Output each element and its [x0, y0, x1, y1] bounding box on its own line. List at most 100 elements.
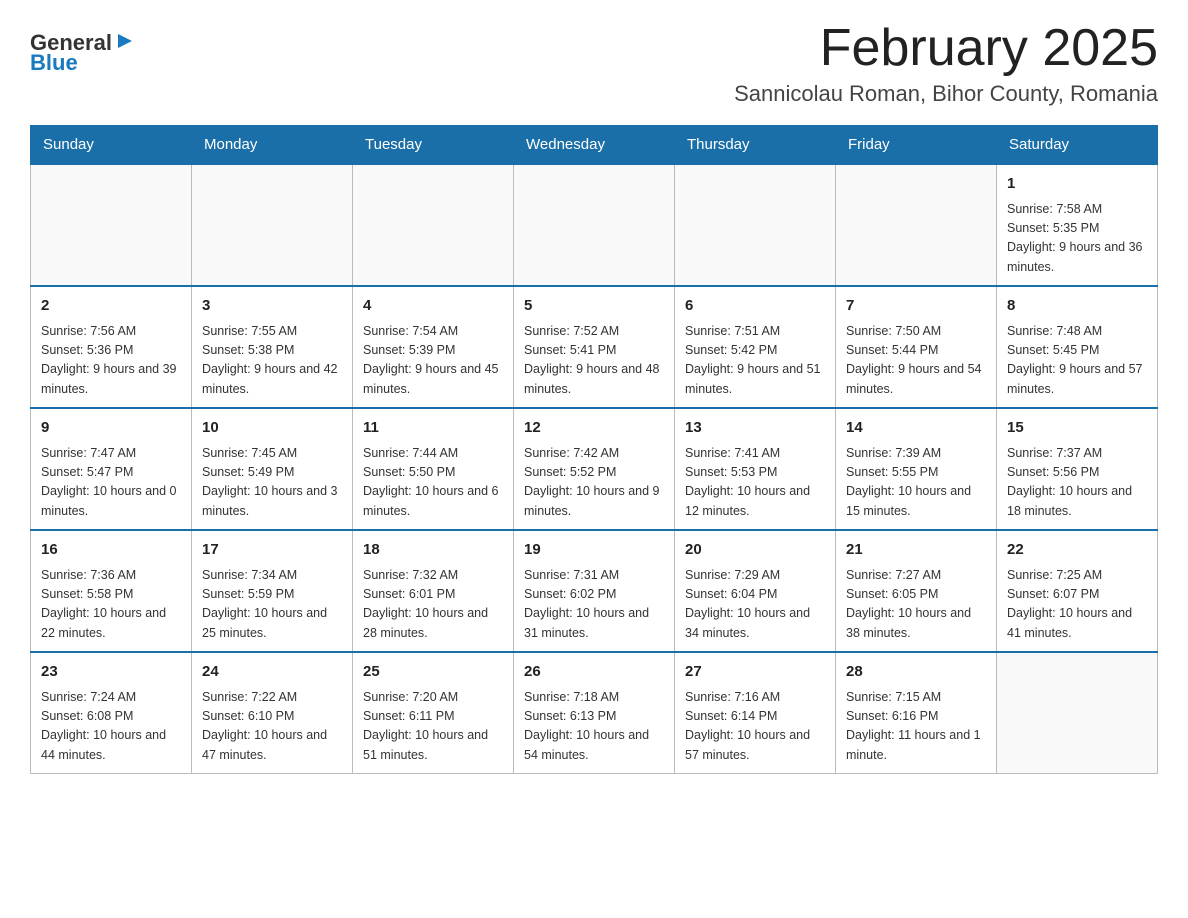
day-info: Sunrise: 7:20 AMSunset: 6:11 PMDaylight:… [363, 688, 503, 766]
calendar-day-cell: 5 Sunrise: 7:52 AMSunset: 5:41 PMDaylight… [514, 286, 675, 408]
calendar-day-cell [353, 164, 514, 286]
day-number: 14 [846, 417, 986, 440]
day-number: 13 [685, 417, 825, 440]
day-info: Sunrise: 7:55 AMSunset: 5:38 PMDaylight:… [202, 322, 342, 400]
day-number: 24 [202, 661, 342, 684]
day-number: 8 [1007, 295, 1147, 318]
day-info: Sunrise: 7:32 AMSunset: 6:01 PMDaylight:… [363, 566, 503, 644]
day-number: 22 [1007, 539, 1147, 562]
day-number: 18 [363, 539, 503, 562]
day-info: Sunrise: 7:29 AMSunset: 6:04 PMDaylight:… [685, 566, 825, 644]
day-number: 25 [363, 661, 503, 684]
day-number: 4 [363, 295, 503, 318]
calendar-day-cell [192, 164, 353, 286]
day-info: Sunrise: 7:15 AMSunset: 6:16 PMDaylight:… [846, 688, 986, 766]
calendar-day-cell: 18 Sunrise: 7:32 AMSunset: 6:01 PMDayligh… [353, 530, 514, 652]
logo-arrow-icon [114, 30, 136, 52]
day-info: Sunrise: 7:31 AMSunset: 6:02 PMDaylight:… [524, 566, 664, 644]
day-number: 20 [685, 539, 825, 562]
day-info: Sunrise: 7:34 AMSunset: 5:59 PMDaylight:… [202, 566, 342, 644]
day-number: 9 [41, 417, 181, 440]
day-info: Sunrise: 7:54 AMSunset: 5:39 PMDaylight:… [363, 322, 503, 400]
day-number: 21 [846, 539, 986, 562]
calendar-day-cell: 2 Sunrise: 7:56 AMSunset: 5:36 PMDaylight… [31, 286, 192, 408]
calendar-week-row: 16 Sunrise: 7:36 AMSunset: 5:58 PMDayligh… [31, 530, 1158, 652]
calendar-day-cell: 20 Sunrise: 7:29 AMSunset: 6:04 PMDayligh… [675, 530, 836, 652]
calendar-day-cell [31, 164, 192, 286]
day-number: 19 [524, 539, 664, 562]
day-number: 27 [685, 661, 825, 684]
page-header: General Blue February 2025 Sannicolau Ro… [30, 20, 1158, 107]
day-number: 17 [202, 539, 342, 562]
calendar-day-cell: 21 Sunrise: 7:27 AMSunset: 6:05 PMDayligh… [836, 530, 997, 652]
calendar-day-header: Tuesday [353, 126, 514, 165]
calendar-day-cell: 4 Sunrise: 7:54 AMSunset: 5:39 PMDaylight… [353, 286, 514, 408]
calendar-day-cell: 22 Sunrise: 7:25 AMSunset: 6:07 PMDayligh… [997, 530, 1158, 652]
calendar-title: February 2025 [734, 20, 1158, 77]
day-info: Sunrise: 7:58 AMSunset: 5:35 PMDaylight:… [1007, 200, 1147, 278]
calendar-day-header: Sunday [31, 126, 192, 165]
calendar-day-header: Saturday [997, 126, 1158, 165]
calendar-day-cell: 9Sunrise: 7:47 AMSunset: 5:47 PMDaylight… [31, 408, 192, 530]
calendar-day-cell: 19 Sunrise: 7:31 AMSunset: 6:02 PMDayligh… [514, 530, 675, 652]
day-number: 28 [846, 661, 986, 684]
calendar-day-cell: 15 Sunrise: 7:37 AMSunset: 5:56 PMDayligh… [997, 408, 1158, 530]
day-number: 7 [846, 295, 986, 318]
calendar-body: 1 Sunrise: 7:58 AMSunset: 5:35 PMDaylight… [31, 164, 1158, 774]
day-info: Sunrise: 7:16 AMSunset: 6:14 PMDaylight:… [685, 688, 825, 766]
day-number: 23 [41, 661, 181, 684]
day-info: Sunrise: 7:39 AMSunset: 5:55 PMDaylight:… [846, 444, 986, 522]
day-info: Sunrise: 7:22 AMSunset: 6:10 PMDaylight:… [202, 688, 342, 766]
day-info: Sunrise: 7:45 AMSunset: 5:49 PMDaylight:… [202, 444, 342, 522]
day-number: 11 [363, 417, 503, 440]
calendar-day-cell [514, 164, 675, 286]
day-number: 16 [41, 539, 181, 562]
calendar-day-header: Monday [192, 126, 353, 165]
day-info: Sunrise: 7:44 AMSunset: 5:50 PMDaylight:… [363, 444, 503, 522]
calendar-day-cell: 23 Sunrise: 7:24 AMSunset: 6:08 PMDayligh… [31, 652, 192, 774]
day-info: Sunrise: 7:56 AMSunset: 5:36 PMDaylight:… [41, 322, 181, 400]
calendar-subtitle: Sannicolau Roman, Bihor County, Romania [734, 81, 1158, 107]
day-number: 1 [1007, 173, 1147, 196]
calendar-day-header: Friday [836, 126, 997, 165]
day-info: Sunrise: 7:50 AMSunset: 5:44 PMDaylight:… [846, 322, 986, 400]
day-number: 15 [1007, 417, 1147, 440]
calendar-day-cell: 17 Sunrise: 7:34 AMSunset: 5:59 PMDayligh… [192, 530, 353, 652]
day-number: 3 [202, 295, 342, 318]
day-info: Sunrise: 7:37 AMSunset: 5:56 PMDaylight:… [1007, 444, 1147, 522]
calendar-day-cell [836, 164, 997, 286]
day-info: Sunrise: 7:24 AMSunset: 6:08 PMDaylight:… [41, 688, 181, 766]
calendar-header-row: SundayMondayTuesdayWednesdayThursdayFrid… [31, 126, 1158, 165]
calendar-day-cell: 13Sunrise: 7:41 AMSunset: 5:53 PMDayligh… [675, 408, 836, 530]
day-info: Sunrise: 7:52 AMSunset: 5:41 PMDaylight:… [524, 322, 664, 400]
calendar-day-header: Thursday [675, 126, 836, 165]
calendar-day-cell: 16 Sunrise: 7:36 AMSunset: 5:58 PMDayligh… [31, 530, 192, 652]
day-number: 5 [524, 295, 664, 318]
day-info: Sunrise: 7:25 AMSunset: 6:07 PMDaylight:… [1007, 566, 1147, 644]
day-number: 2 [41, 295, 181, 318]
calendar-day-cell: 1 Sunrise: 7:58 AMSunset: 5:35 PMDaylight… [997, 164, 1158, 286]
calendar-day-cell: 6Sunrise: 7:51 AMSunset: 5:42 PMDaylight… [675, 286, 836, 408]
calendar-day-cell [675, 164, 836, 286]
calendar-day-cell: 14 Sunrise: 7:39 AMSunset: 5:55 PMDayligh… [836, 408, 997, 530]
logo: General Blue [30, 30, 136, 76]
calendar-day-cell: 10 Sunrise: 7:45 AMSunset: 5:49 PMDayligh… [192, 408, 353, 530]
calendar-day-cell: 27 Sunrise: 7:16 AMSunset: 6:14 PMDayligh… [675, 652, 836, 774]
calendar-day-cell: 12 Sunrise: 7:42 AMSunset: 5:52 PMDayligh… [514, 408, 675, 530]
calendar-day-cell: 7 Sunrise: 7:50 AMSunset: 5:44 PMDaylight… [836, 286, 997, 408]
day-number: 12 [524, 417, 664, 440]
calendar-day-cell: 11 Sunrise: 7:44 AMSunset: 5:50 PMDayligh… [353, 408, 514, 530]
logo-blue: Blue [30, 50, 78, 76]
calendar-day-cell [997, 652, 1158, 774]
day-info: Sunrise: 7:48 AMSunset: 5:45 PMDaylight:… [1007, 322, 1147, 400]
calendar-week-row: 23 Sunrise: 7:24 AMSunset: 6:08 PMDayligh… [31, 652, 1158, 774]
day-info: Sunrise: 7:36 AMSunset: 5:58 PMDaylight:… [41, 566, 181, 644]
calendar-day-cell: 8 Sunrise: 7:48 AMSunset: 5:45 PMDaylight… [997, 286, 1158, 408]
calendar-day-header: Wednesday [514, 126, 675, 165]
day-number: 10 [202, 417, 342, 440]
day-info: Sunrise: 7:42 AMSunset: 5:52 PMDaylight:… [524, 444, 664, 522]
calendar-week-row: 9Sunrise: 7:47 AMSunset: 5:47 PMDaylight… [31, 408, 1158, 530]
day-info: Sunrise: 7:27 AMSunset: 6:05 PMDaylight:… [846, 566, 986, 644]
calendar-day-cell: 3 Sunrise: 7:55 AMSunset: 5:38 PMDaylight… [192, 286, 353, 408]
calendar-day-cell: 28 Sunrise: 7:15 AMSunset: 6:16 PMDayligh… [836, 652, 997, 774]
